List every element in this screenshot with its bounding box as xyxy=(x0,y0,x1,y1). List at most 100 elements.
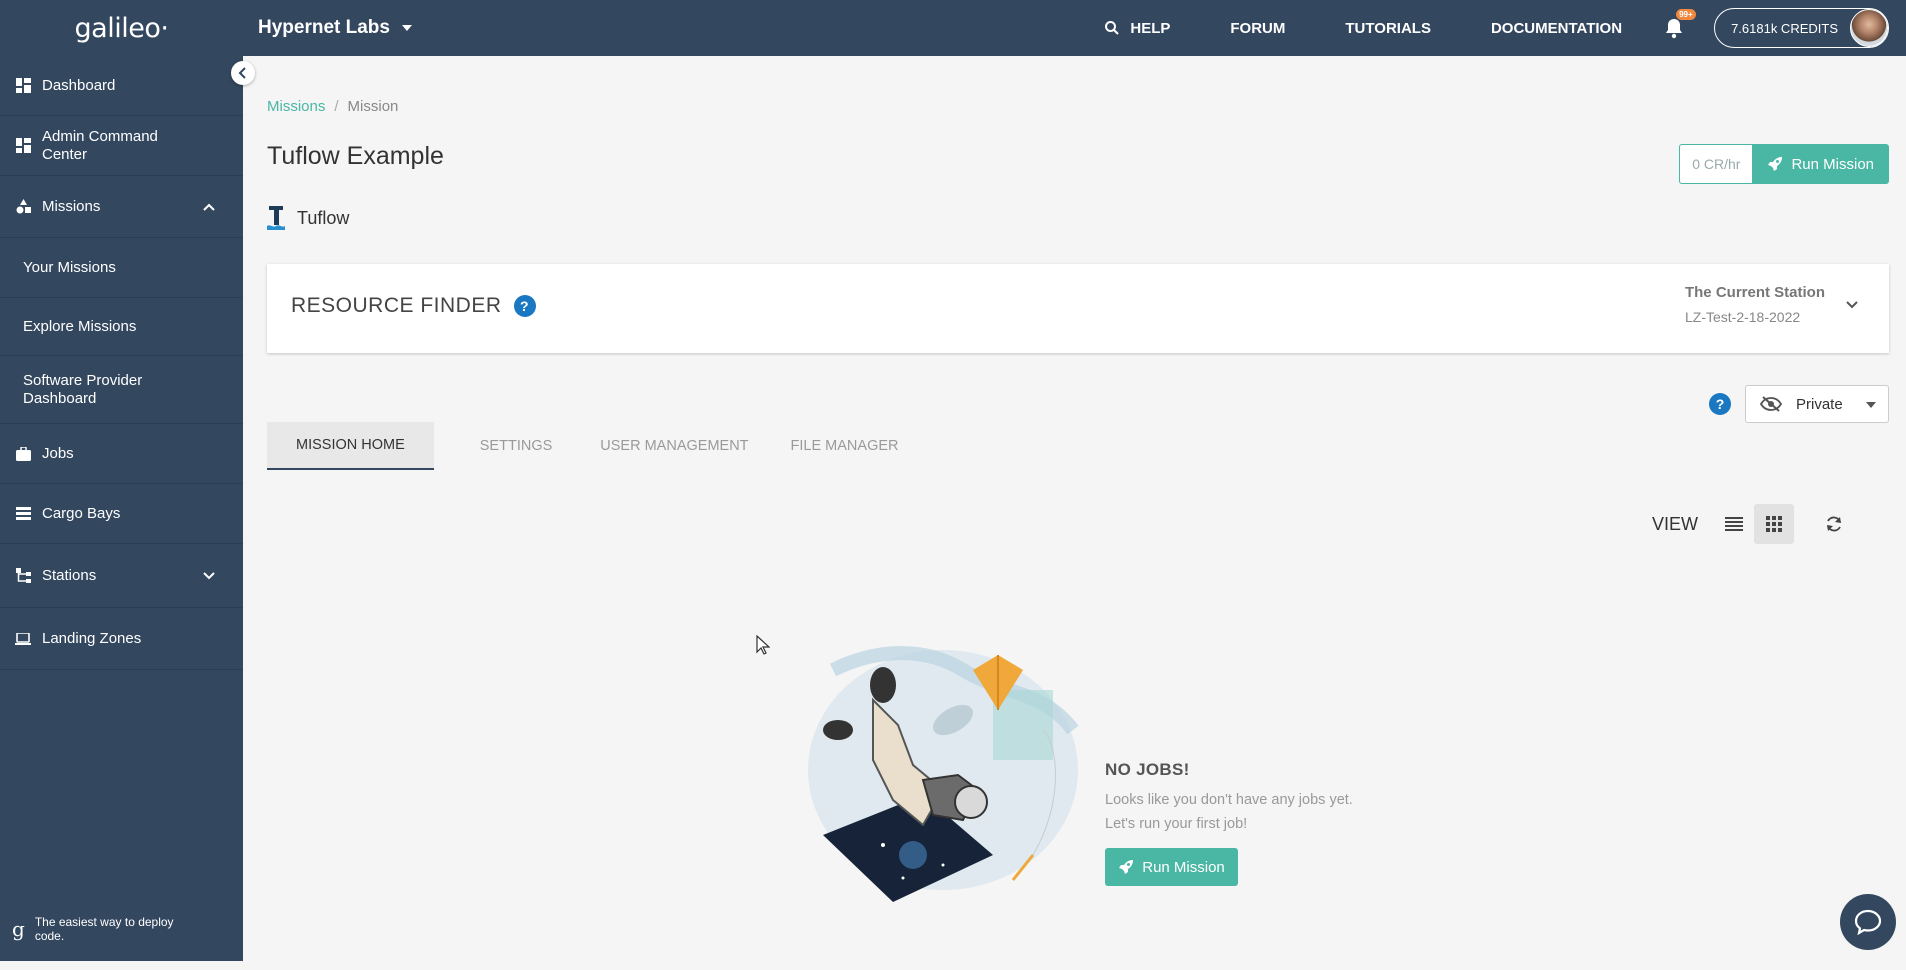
org-name: Hypernet Labs xyxy=(258,17,390,38)
breadcrumb-missions-link[interactable]: Missions xyxy=(267,98,325,115)
main-content: Missions / Mission Tuflow Example 0 CR/hr … xyxy=(243,56,1906,961)
breadcrumb: Missions / Mission xyxy=(267,98,398,115)
tutorials-link[interactable]: TUTORIALS xyxy=(1345,20,1431,37)
sidebar-item-label: Jobs xyxy=(42,445,74,462)
resource-finder-title: RESOURCE FINDER ? xyxy=(291,294,536,318)
list-icon xyxy=(1725,517,1743,531)
sidebar-item-label: Your Missions xyxy=(23,259,116,276)
view-toggle: VIEW xyxy=(1652,504,1854,544)
sidebar-item-software-provider-dashboard[interactable]: Software Provider Dashboard xyxy=(0,356,243,424)
resource-finder[interactable]: RESOURCE FINDER ? The Current Station LZ… xyxy=(267,264,1889,353)
current-station-value: LZ-Test-2-18-2022 xyxy=(1684,309,1801,325)
briefcase-icon xyxy=(15,446,31,462)
current-station-label: The Current Station xyxy=(1684,284,1825,301)
privacy-dropdown[interactable]: Private xyxy=(1745,385,1889,423)
view-label: VIEW xyxy=(1651,513,1698,534)
caret-down-icon xyxy=(401,25,412,31)
breadcrumb-separator: / xyxy=(334,98,339,115)
empty-run-mission-button[interactable]: Run Mission xyxy=(1105,848,1238,886)
empty-state-text: NO JOBS! Looks like you don't have any j… xyxy=(1105,760,1353,886)
dashboard-icon xyxy=(15,78,31,94)
sidebar: Dashboard Admin Command Center Missions … xyxy=(0,56,243,961)
sidebar-item-label: Cargo Bays xyxy=(42,505,121,522)
sidebar-item-cargo-bays[interactable]: Cargo Bays xyxy=(0,484,243,544)
sitemap-icon xyxy=(15,568,31,584)
eye-slash-icon xyxy=(1760,396,1782,412)
list-icon xyxy=(15,506,31,522)
help-link[interactable]: HELP xyxy=(1104,20,1170,37)
sidebar-item-label: Stations xyxy=(42,567,97,584)
current-station: The Current Station LZ-Test-2-18-2022 xyxy=(1685,284,1825,325)
grid-view-button[interactable] xyxy=(1754,504,1794,544)
empty-state-line1: Looks like you don't have any jobs yet. xyxy=(1105,792,1353,808)
notification-badge: 99+ xyxy=(1676,9,1696,20)
page-title: Tuflow Example xyxy=(267,142,444,170)
notifications-button[interactable]: 99+ xyxy=(1664,9,1696,39)
bell-icon xyxy=(1666,19,1683,39)
run-mission-button[interactable]: Run Mission xyxy=(1752,144,1889,184)
sidebar-item-your-missions[interactable]: Your Missions xyxy=(0,238,243,298)
sidebar-item-missions[interactable]: Missions xyxy=(0,176,243,238)
rocket-icon xyxy=(1768,157,1783,171)
empty-state-title: NO JOBS! xyxy=(1105,760,1190,779)
laptop-icon xyxy=(15,631,31,647)
sidebar-item-label: Dashboard xyxy=(42,77,116,94)
sidebar-footer: g The easiest way to deploy code. xyxy=(12,915,195,943)
chevron-up-icon xyxy=(203,203,215,211)
sidebar-item-dashboard[interactable]: Dashboard xyxy=(0,56,243,116)
search-icon xyxy=(1105,21,1120,35)
galileo-logo[interactable]: galileo· xyxy=(0,0,243,56)
sidebar-tagline: The easiest way to deploy code. xyxy=(34,915,174,943)
empty-state: NO JOBS! Looks like you don't have any j… xyxy=(803,630,1403,970)
list-view-button[interactable] xyxy=(1714,504,1754,544)
rocket-icon xyxy=(1119,860,1134,874)
mission-tabs: MISSION HOME SETTINGS USER MANAGEMENT FI… xyxy=(267,422,919,470)
refresh-icon xyxy=(1827,516,1841,532)
tab-file-manager[interactable]: FILE MANAGER xyxy=(769,422,919,470)
rate-display: 0 CR/hr xyxy=(1679,144,1753,184)
help-label: HELP xyxy=(1130,19,1171,37)
software-name: Tuflow xyxy=(297,207,350,228)
sidebar-item-explore-missions[interactable]: Explore Missions xyxy=(0,298,243,356)
astronaut-illustration xyxy=(808,646,1079,902)
mouse-cursor-icon xyxy=(756,635,770,655)
chevron-down-icon[interactable] xyxy=(1845,300,1859,310)
chat-button[interactable] xyxy=(1840,894,1896,950)
sidebar-item-admin-command-center[interactable]: Admin Command Center xyxy=(0,116,243,176)
top-bar: galileo· Hypernet Labs HELP FORUM TUTORI… xyxy=(0,0,1906,56)
privacy-control: ? Private xyxy=(1709,385,1889,423)
tab-settings[interactable]: SETTINGS xyxy=(434,422,581,470)
sidebar-item-label: Admin Command Center xyxy=(42,127,158,163)
caret-down-icon xyxy=(1866,402,1876,408)
sidebar-item-landing-zones[interactable]: Landing Zones xyxy=(0,608,243,670)
sidebar-item-jobs[interactable]: Jobs xyxy=(0,424,243,484)
sidebar-item-label: Explore Missions xyxy=(23,318,137,335)
org-switcher[interactable]: Hypernet Labs xyxy=(258,17,412,39)
software-label: Tuflow xyxy=(267,206,349,230)
avatar[interactable] xyxy=(1850,9,1888,47)
breadcrumb-current: Mission xyxy=(347,98,399,115)
tab-mission-home[interactable]: MISSION HOME xyxy=(267,422,434,470)
empty-state-description: Looks like you don't have any jobs yet. … xyxy=(1105,788,1353,836)
credits-button[interactable]: 7.6181k CREDITS xyxy=(1714,8,1889,48)
sidebar-item-label: Software Provider Dashboard xyxy=(23,371,143,407)
tab-user-management[interactable]: USER MANAGEMENT xyxy=(580,422,768,470)
grid-icon xyxy=(1766,516,1782,532)
sidebar-item-stations[interactable]: Stations xyxy=(0,544,243,608)
chat-bubble-icon xyxy=(1854,909,1882,935)
refresh-button[interactable] xyxy=(1814,504,1854,544)
chevron-down-icon xyxy=(203,571,215,579)
sidebar-item-label: Landing Zones xyxy=(42,630,142,647)
resource-finder-label: RESOURCE FINDER xyxy=(291,294,502,317)
forum-link[interactable]: FORUM xyxy=(1230,20,1285,37)
documentation-link[interactable]: DOCUMENTATION xyxy=(1491,20,1622,37)
sidebar-item-label: Missions xyxy=(42,198,101,215)
help-icon[interactable]: ? xyxy=(1709,393,1731,415)
galileo-mark-icon: g xyxy=(12,917,25,941)
run-mission-label: Run Mission xyxy=(1791,155,1874,173)
credits-label: 7.6181k CREDITS xyxy=(1731,20,1838,36)
privacy-value: Private xyxy=(1796,395,1843,413)
top-nav: HELP FORUM TUTORIALS DOCUMENTATION 99+ 7… xyxy=(1104,0,1906,56)
mission-actions: 0 CR/hr Run Mission xyxy=(1679,144,1889,184)
help-icon[interactable]: ? xyxy=(513,295,536,317)
